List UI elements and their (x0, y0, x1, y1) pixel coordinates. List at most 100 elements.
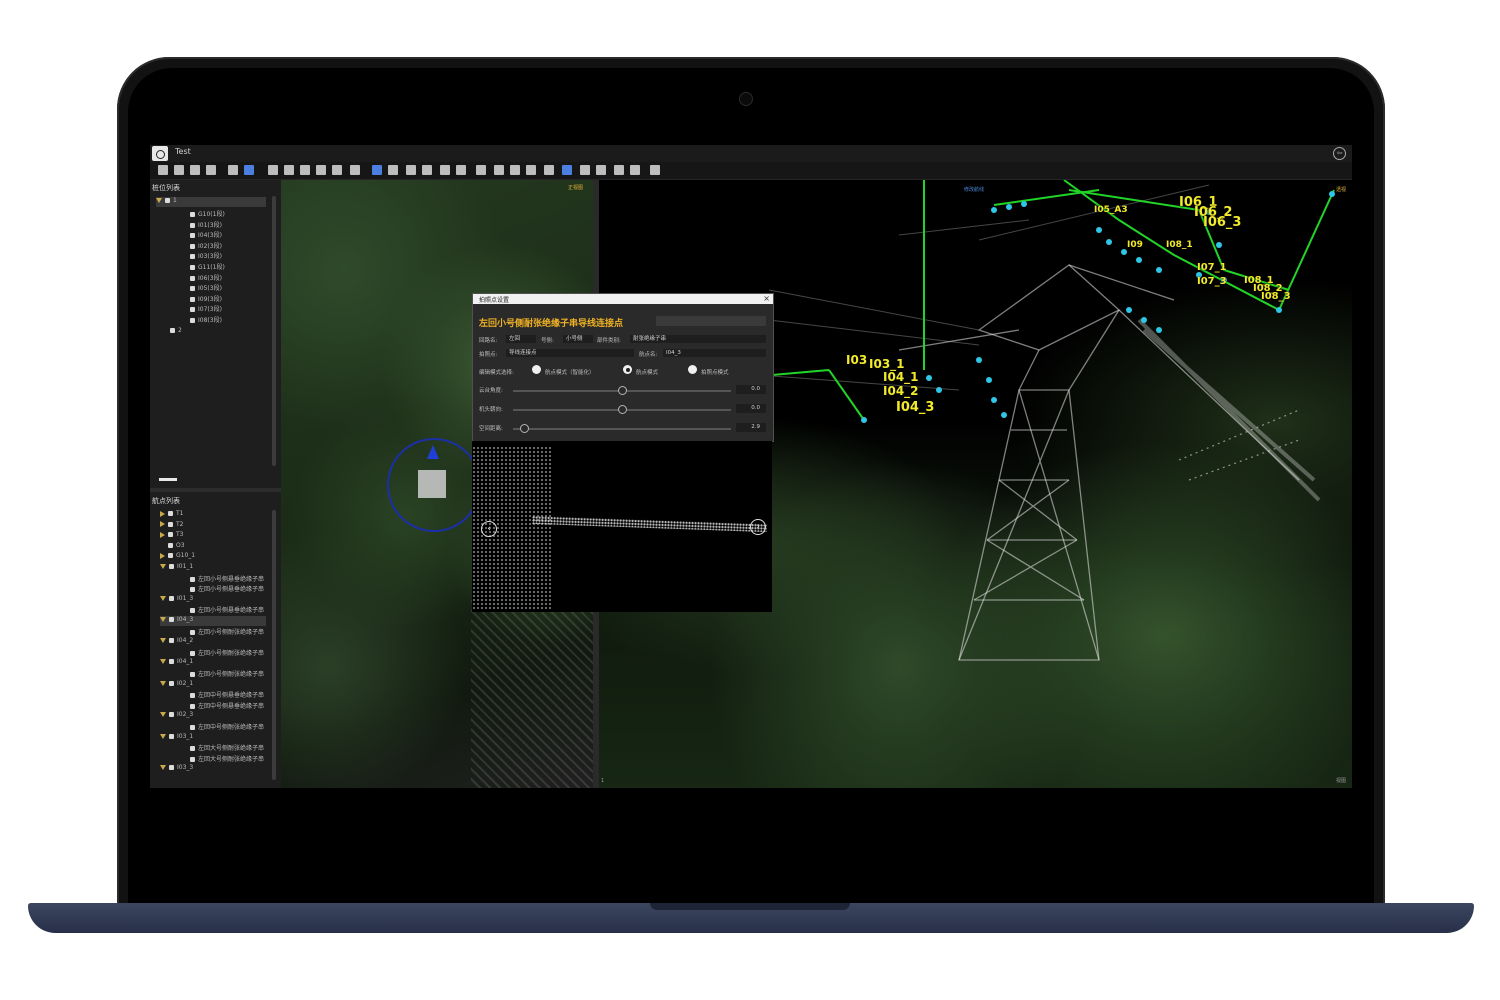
expand-arrow-icon[interactable] (160, 712, 166, 718)
expand-arrow-icon[interactable] (160, 659, 166, 665)
waypoint-label[interactable]: I07_3 (1197, 276, 1227, 287)
checkbox[interactable] (169, 733, 174, 739)
waypoint-photo-item[interactable]: 左回小号侧耐张绝缘子串 (190, 627, 264, 637)
expand-arrow-icon[interactable] (160, 765, 166, 771)
toolbar-tool-icon[interactable] (614, 165, 624, 175)
mode-radio-smart[interactable] (532, 365, 541, 374)
expand-arrow-icon[interactable] (156, 198, 162, 203)
checkbox[interactable] (190, 265, 195, 270)
waypoint-photo-item[interactable]: 左回小号侧悬垂绝缘子串 (190, 605, 264, 615)
toolbar-tool-icon[interactable] (332, 165, 342, 175)
waypoint-label[interactable]: I05_A3 (1094, 205, 1128, 215)
loop-select[interactable]: 左回 (506, 335, 536, 343)
waypoint-item[interactable]: I02_3 (160, 711, 193, 721)
checkbox[interactable] (190, 212, 195, 217)
waypoint-item[interactable]: T2 (160, 521, 183, 531)
checkbox[interactable] (169, 617, 174, 622)
expand-arrow-icon[interactable] (160, 617, 166, 622)
checkbox[interactable] (169, 595, 174, 601)
tower-root-row[interactable]: 1 (156, 197, 266, 207)
expand-arrow-icon[interactable] (160, 521, 165, 528)
checkbox[interactable] (169, 564, 174, 569)
waypoint-photo-item[interactable]: 左回中号侧悬垂绝缘子串 (190, 701, 264, 711)
toolbar-tool-icon[interactable] (158, 165, 168, 175)
checkbox[interactable] (190, 576, 195, 582)
checkbox[interactable] (190, 254, 195, 260)
checkbox[interactable] (169, 638, 174, 644)
checkbox[interactable] (190, 233, 195, 239)
toolbar-tool-icon[interactable] (406, 165, 416, 175)
checkbox[interactable] (190, 243, 195, 249)
waypoint-label[interactable]: I07_1 (1197, 262, 1227, 273)
checkbox[interactable] (190, 307, 195, 313)
waypoint-label[interactable]: I04_3 (896, 400, 934, 415)
panel-splitter[interactable] (150, 488, 281, 492)
expand-arrow-icon[interactable] (160, 733, 166, 739)
checkbox[interactable] (190, 756, 195, 762)
waypoint-scrollbar[interactable] (272, 510, 276, 780)
gimbal-slider-knob[interactable] (618, 386, 627, 395)
waypoint-photo-item[interactable]: 左回大号侧耐张绝缘子串 (190, 754, 264, 764)
heading-slider-knob[interactable] (618, 405, 627, 414)
waypoint-name-field[interactable]: I04_3 (663, 349, 766, 357)
waypoint-label[interactable]: I08_1 (1166, 240, 1193, 250)
drone-marker[interactable] (418, 470, 446, 498)
checkbox[interactable] (169, 765, 174, 771)
mode-radio-waypoint[interactable] (623, 365, 632, 374)
waypoint-item[interactable]: I04_1 (160, 658, 193, 668)
toolbar-tool-icon[interactable] (526, 165, 536, 175)
toolbar-tool-icon[interactable] (494, 165, 504, 175)
waypoint-photo-item[interactable]: 左回小号侧悬垂绝缘子串 (190, 584, 264, 594)
checkbox[interactable] (170, 328, 175, 333)
toolbar-tool-icon[interactable] (316, 165, 326, 175)
expand-arrow-icon[interactable] (160, 552, 165, 559)
mode-radio-photo[interactable] (688, 365, 697, 374)
expand-arrow-icon[interactable] (160, 531, 165, 538)
checkbox[interactable] (190, 275, 195, 281)
checkbox[interactable] (190, 222, 195, 228)
tower-list-item[interactable]: I08(3段) (190, 315, 222, 325)
toolbar-tool-icon[interactable] (300, 165, 310, 175)
toolbar-tool-icon[interactable] (580, 165, 590, 175)
checkbox[interactable] (190, 286, 195, 292)
tower-list-item[interactable]: I04(3段) (190, 230, 222, 240)
heading-spinbox[interactable]: 0.0 (736, 404, 766, 413)
tower-list-item[interactable]: G10(1段) (190, 209, 225, 219)
toolbar-tool-icon[interactable] (562, 165, 572, 175)
prev-arrow-icon[interactable]: ‹ (481, 521, 497, 537)
toolbar-tool-icon[interactable] (372, 165, 382, 175)
toolbar-tool-icon[interactable] (228, 165, 238, 175)
tower-list-item[interactable]: I07(3段) (190, 304, 222, 314)
toolbar-tool-icon[interactable] (244, 165, 254, 175)
toolbar-tool-icon[interactable] (174, 165, 184, 175)
checkbox[interactable] (168, 553, 173, 559)
toolbar-tool-icon[interactable] (630, 165, 640, 175)
gizmo-arrow-icon[interactable] (427, 445, 439, 459)
waypoint-item[interactable]: T3 (160, 531, 183, 541)
toolbar-tool-icon[interactable] (422, 165, 432, 175)
waypoint-photo-item[interactable]: 左回小号侧悬垂绝缘子串 (190, 574, 264, 584)
distance-spinbox[interactable]: 2.9 (736, 423, 766, 432)
checkbox[interactable] (168, 521, 173, 527)
waypoint-item[interactable]: I03_3 (160, 764, 193, 774)
dialog-heading-button[interactable] (656, 316, 766, 326)
waypoint-item[interactable]: I01_3 (160, 595, 193, 605)
waypoint-item[interactable]: G10_1 (160, 552, 195, 562)
distance-slider-track[interactable] (513, 428, 731, 430)
waypoint-label[interactable]: I09 (1127, 240, 1143, 250)
toolbar-tool-icon[interactable] (440, 165, 450, 175)
checkbox[interactable] (190, 725, 195, 730)
exit-icon[interactable]: ⇦ (1333, 147, 1346, 160)
checkbox[interactable] (190, 650, 195, 656)
toolbar-tool-icon[interactable] (544, 165, 554, 175)
tower-list-item[interactable]: I01(3段) (190, 220, 222, 230)
toolbar-tool-icon[interactable] (190, 165, 200, 175)
toolbar-tool-icon[interactable] (476, 165, 486, 175)
close-icon[interactable]: × (763, 294, 770, 304)
checkbox[interactable] (190, 746, 195, 752)
waypoint-item[interactable]: I03_1 (160, 733, 193, 743)
photo-point-select[interactable]: 导线连接点 (506, 349, 634, 357)
toolbar-tool-icon[interactable] (388, 165, 398, 175)
toolbar-tool-icon[interactable] (206, 165, 216, 175)
toolbar-tool-icon[interactable] (268, 165, 278, 175)
